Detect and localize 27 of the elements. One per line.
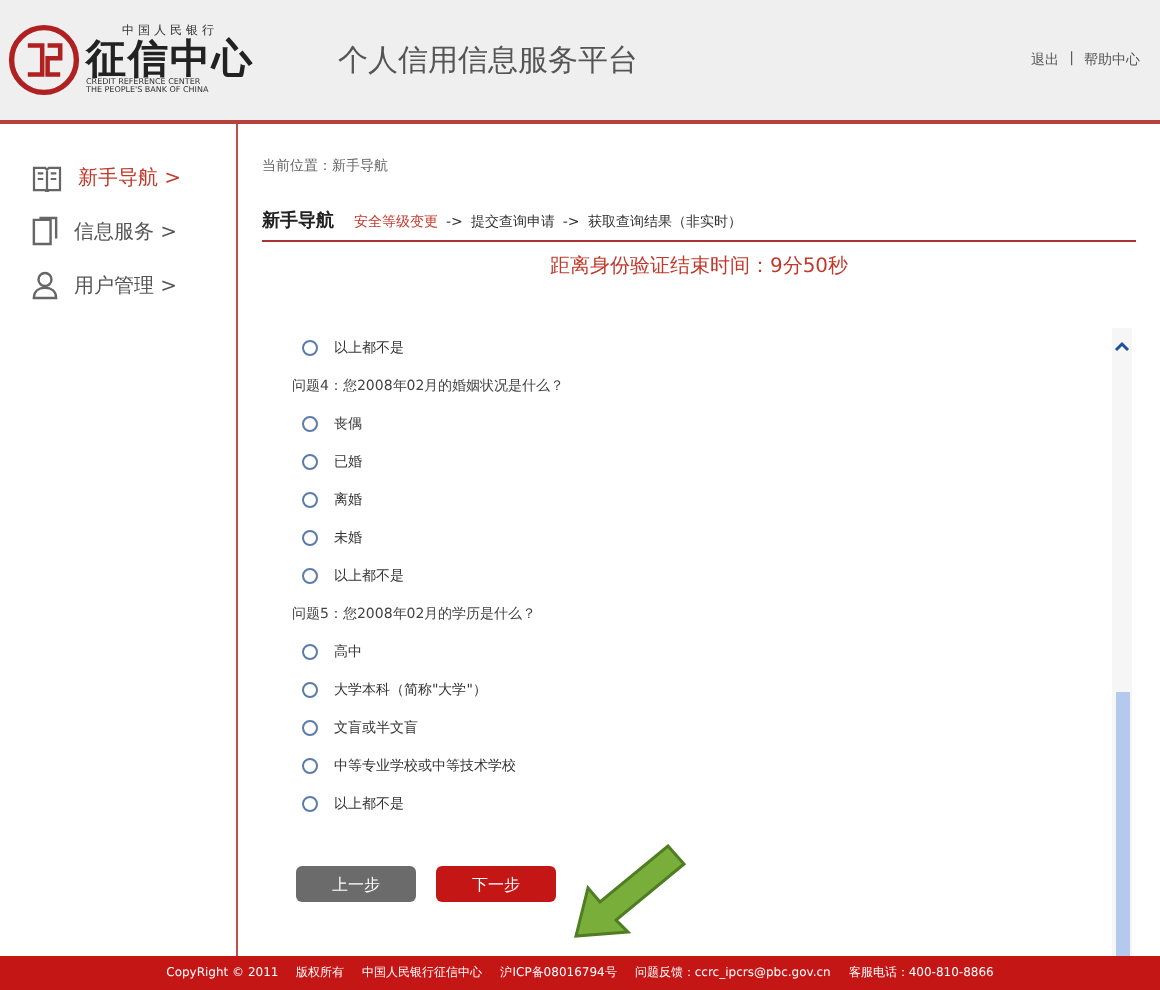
radio-button[interactable] xyxy=(302,643,318,659)
sidebar-item[interactable]: 新手导航 > xyxy=(0,164,236,192)
radio-button[interactable] xyxy=(302,719,318,735)
user-icon xyxy=(32,270,58,300)
radio-button[interactable] xyxy=(302,415,318,431)
radio-button[interactable] xyxy=(302,529,318,545)
radio-button[interactable] xyxy=(302,567,318,583)
platform-title: 个人信用信息服务平台 xyxy=(338,41,640,79)
logo-name: 征信中心 xyxy=(86,38,254,78)
sidebar-item[interactable]: 信息服务 > xyxy=(0,216,236,246)
radio-button[interactable] xyxy=(302,795,318,811)
seal-logo-icon xyxy=(8,24,80,96)
radio-button[interactable] xyxy=(302,681,318,697)
step-button[interactable]: 上一步 xyxy=(296,866,416,902)
radio-button[interactable] xyxy=(302,491,318,507)
radio-button[interactable] xyxy=(302,757,318,773)
document-icon xyxy=(32,216,58,246)
sidebar-item[interactable]: 用户管理 > xyxy=(0,270,236,300)
radio-button[interactable] xyxy=(302,339,318,355)
radio-button[interactable] xyxy=(302,453,318,469)
step-button[interactable]: 下一步 xyxy=(436,866,556,902)
pointer-arrow-drawing xyxy=(572,844,692,944)
book-icon xyxy=(32,165,62,191)
scrollbar[interactable] xyxy=(1112,328,1132,956)
countdown-timer: 距离身份验证结束时间：9分50秒 xyxy=(547,253,851,280)
section-title: 新手导航 xyxy=(262,208,334,234)
scroll-up-icon xyxy=(1114,340,1130,352)
